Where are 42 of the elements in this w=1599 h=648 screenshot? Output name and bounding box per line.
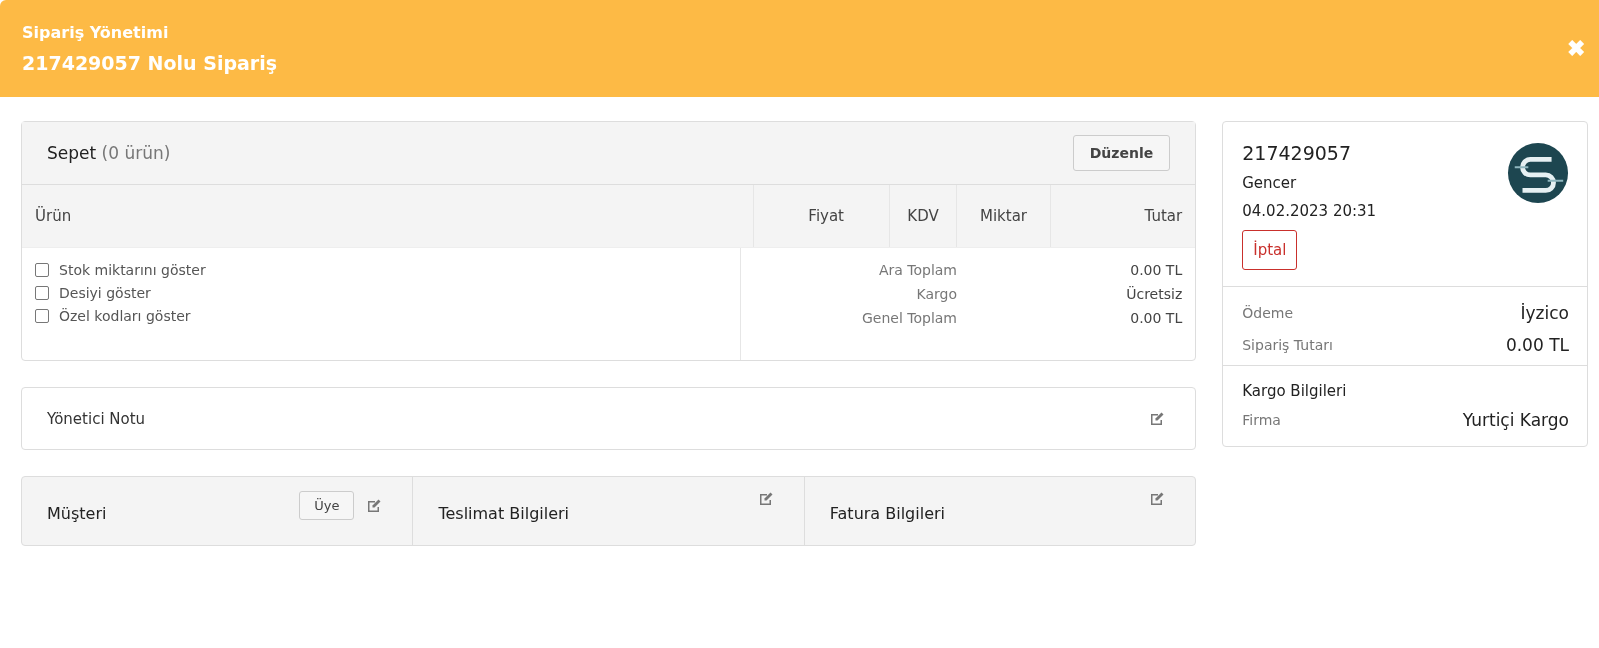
cart-title: Sepet (0 ürün) <box>47 143 171 163</box>
order-number: 217429057 <box>1242 142 1353 164</box>
summary-value: Yurtiçi Kargo <box>1462 410 1569 430</box>
summary-label: Ödeme <box>1242 305 1293 321</box>
checkbox[interactable] <box>35 309 49 323</box>
logo-icon <box>1507 142 1569 204</box>
info-card-title: Fatura Bilgileri <box>829 504 945 523</box>
page-title: 217429057 Nolu Sipariş <box>22 52 277 74</box>
summary-label: Firma <box>1242 412 1281 428</box>
admin-note-title: Yönetici Notu <box>47 409 146 428</box>
member-button[interactable]: Üye <box>299 491 355 520</box>
total-label: Genel Toplam <box>860 310 957 326</box>
total-value: Ücretsiz <box>1125 286 1183 302</box>
order-date: 04.02.2023 20:31 <box>1242 202 1377 220</box>
edit-icon[interactable] <box>1149 410 1166 427</box>
column-header: Fiyat <box>754 185 890 247</box>
edit-icon[interactable] <box>1149 491 1166 507</box>
customer-name: Gencer <box>1242 174 1298 192</box>
shipping-title: Kargo Bilgileri <box>1242 382 1348 400</box>
column-header: Ürün <box>22 185 754 247</box>
checkbox[interactable] <box>35 286 49 300</box>
column-header: Tutar <box>1143 206 1184 227</box>
info-card-title: Müşteri <box>47 504 107 523</box>
page-subtitle: Sipariş Yönetimi <box>22 23 170 42</box>
checkbox-label: Özel kodları göster <box>59 308 191 324</box>
edit-button[interactable]: Düzenle <box>1072 135 1171 171</box>
info-card-title: Teslimat Bilgileri <box>438 504 570 523</box>
checkbox-label: Stok miktarını göster <box>59 262 206 278</box>
total-value: 0.00 TL <box>1129 262 1183 278</box>
summary-label: Sipariş Tutarı <box>1242 337 1333 353</box>
summary-value: İyzico <box>1520 303 1569 323</box>
column-header: Miktar <box>957 185 1051 247</box>
total-label: Kargo <box>915 286 957 302</box>
total-value: 0.00 TL <box>1129 310 1183 326</box>
edit-icon[interactable] <box>757 491 774 507</box>
column-header: KDV <box>890 185 957 247</box>
summary-value: 0.00 TL <box>1505 335 1569 355</box>
total-label: Ara Toplam <box>877 262 957 278</box>
edit-icon[interactable] <box>366 497 383 514</box>
checkbox[interactable] <box>35 263 49 277</box>
status-label: İptal <box>1242 230 1298 270</box>
checkbox-label: Desiyi göster <box>59 285 151 301</box>
